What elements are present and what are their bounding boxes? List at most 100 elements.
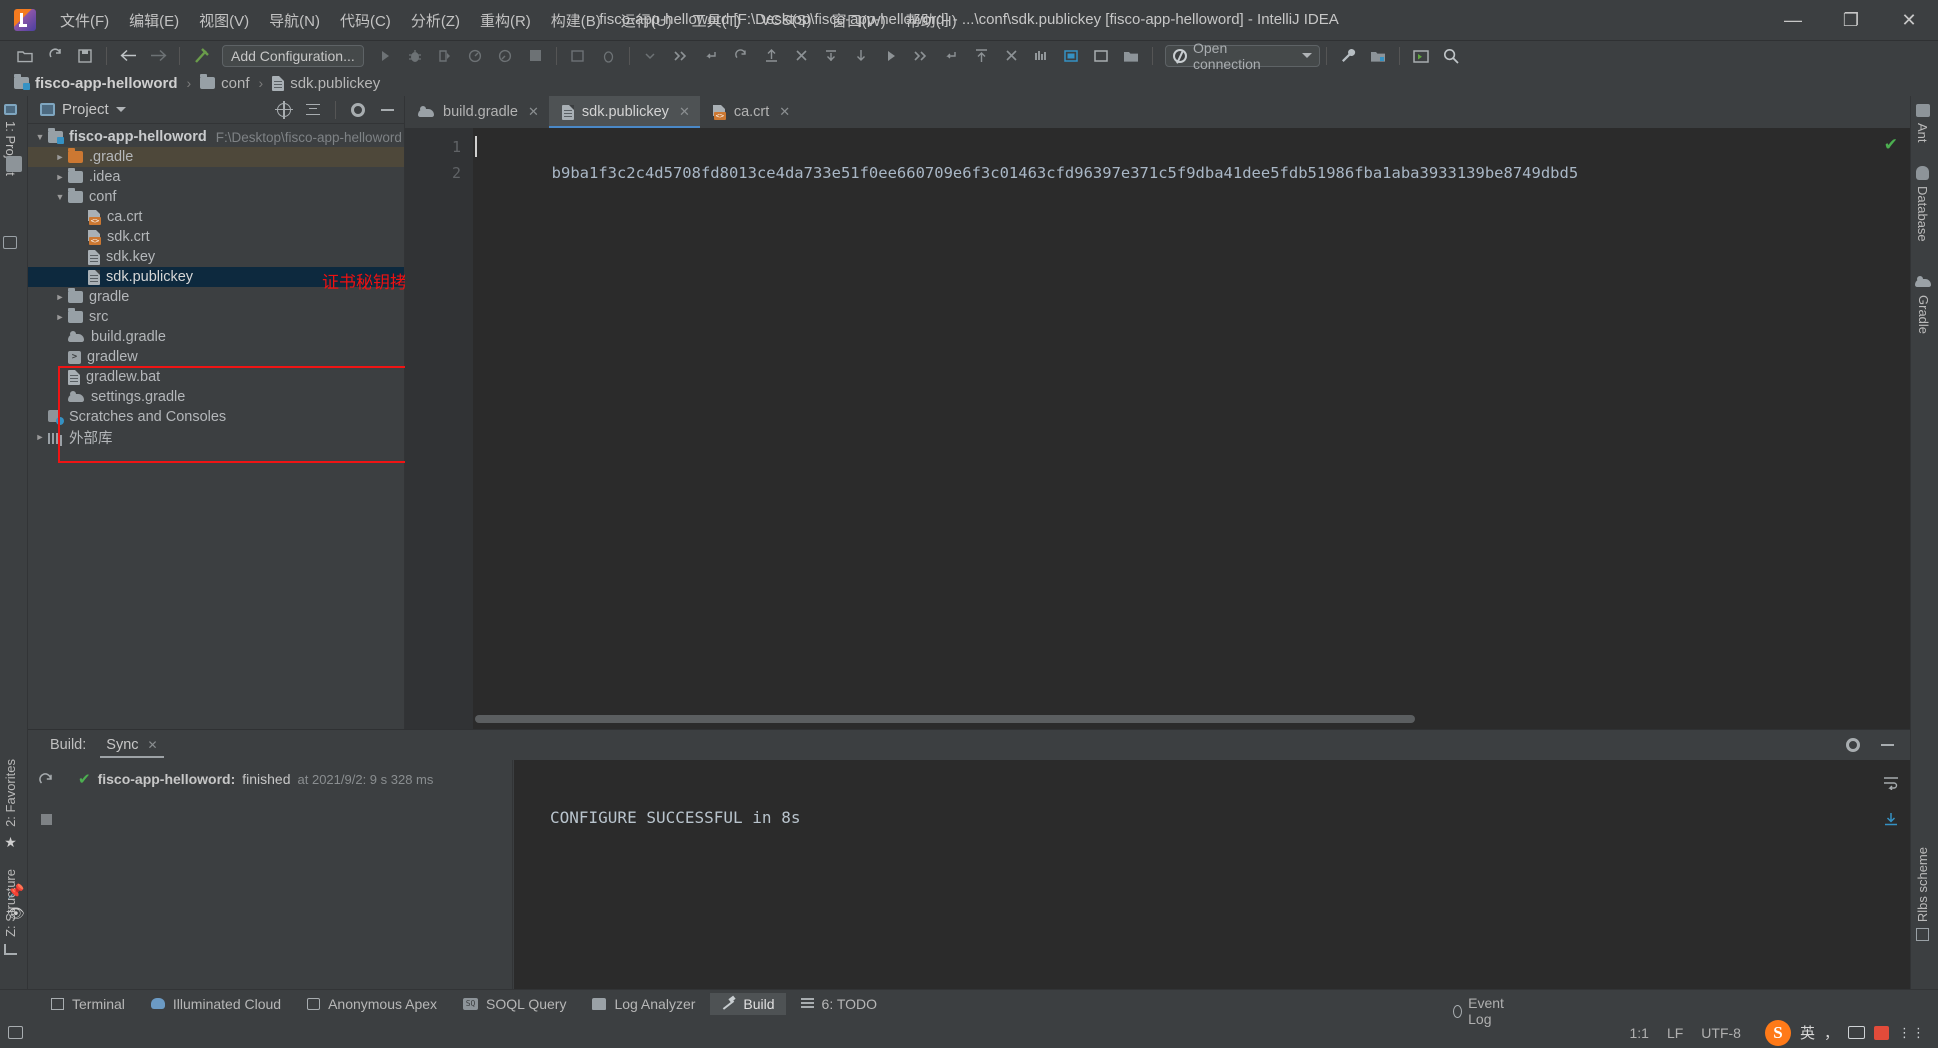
panel-settings-button[interactable] — [347, 99, 369, 121]
resume-icon[interactable] — [878, 44, 904, 68]
preview-icon[interactable] — [1408, 44, 1434, 68]
event-log-button[interactable]: Event Log — [1453, 995, 1508, 1027]
toolbox-icon[interactable] — [1874, 1025, 1889, 1040]
ime-menu-icon[interactable]: ⋮⋮ — [1898, 1025, 1926, 1041]
update-project-icon[interactable] — [968, 44, 994, 68]
stop-icon[interactable] — [522, 44, 548, 68]
mute-breakpoints-icon[interactable] — [788, 44, 814, 68]
eye-icon[interactable]: 👁 — [7, 905, 25, 921]
build-hammer-icon[interactable] — [188, 44, 214, 68]
run-icon[interactable] — [372, 44, 398, 68]
ime-punctuation-icon[interactable]: ， — [1824, 1022, 1839, 1043]
back-arrow-icon[interactable] — [115, 44, 141, 68]
close-icon[interactable]: ✕ — [679, 104, 690, 120]
ime-status-widget[interactable]: 英 ， ⋮⋮ — [1758, 1019, 1926, 1046]
sync-icon[interactable] — [42, 44, 68, 68]
editor-hscrollbar-thumb[interactable] — [475, 715, 1415, 723]
step-over-icon[interactable] — [638, 44, 664, 68]
menu-item-3[interactable]: 导航(N) — [259, 6, 330, 35]
layout-toggle-button[interactable] — [0, 1026, 30, 1039]
bottom-tool-build[interactable]: Build — [710, 992, 786, 1015]
debug-icon[interactable] — [402, 44, 428, 68]
inspection-status-icon[interactable]: ✔ — [1884, 135, 1898, 155]
tree-node-gradlew[interactable]: •>gradlew — [28, 347, 404, 367]
build-settings-button[interactable] — [1842, 734, 1864, 756]
rerun-icon[interactable] — [35, 770, 57, 792]
bottom-tool-log-analyzer[interactable]: Log Analyzer — [581, 993, 706, 1015]
menu-item-0[interactable]: 文件(F) — [50, 6, 119, 35]
tree-node-conf[interactable]: ▼ conf — [28, 187, 404, 207]
caret-position[interactable]: 1:1 — [1629, 1025, 1648, 1041]
add-configuration-button[interactable]: Add Configuration... — [222, 44, 364, 67]
build-hide-button[interactable] — [1876, 734, 1898, 756]
rerun-icon[interactable] — [728, 44, 754, 68]
search-icon[interactable] — [1438, 44, 1464, 68]
editor-tab-ca-crt[interactable]: <> ca.crt ✕ — [699, 96, 801, 128]
chevron-right-icon[interactable]: ► — [52, 172, 68, 182]
project-folder-icon[interactable] — [1365, 44, 1391, 68]
forward-arrow-icon[interactable] — [145, 44, 171, 68]
profile-icon[interactable] — [462, 44, 488, 68]
pin-icon[interactable]: 📌 — [7, 883, 24, 899]
scroll-from-source-button[interactable] — [273, 99, 295, 121]
debug-tools-icon[interactable] — [595, 44, 621, 68]
project-tree[interactable]: ▼ fisco-app-helloword F:\Desktop\fisco-app… — [28, 124, 404, 729]
save-all-icon[interactable] — [72, 44, 98, 68]
close-x-icon[interactable] — [998, 44, 1024, 68]
tree-node-ca-crt[interactable]: •<>ca.crt — [28, 207, 404, 227]
rail-item-structure[interactable]: Z: Structure — [3, 869, 18, 937]
tree-node--idea[interactable]: ► .idea — [28, 167, 404, 187]
tree-node-settings-gradle[interactable]: •settings.gradle — [28, 387, 404, 407]
ime-mode-label[interactable]: 英 — [1800, 1022, 1815, 1043]
chevron-down-icon[interactable]: ▼ — [52, 192, 68, 202]
tree-node-sdk-key[interactable]: •sdk.key — [28, 247, 404, 267]
build-tab-sync[interactable]: Sync ✕ — [100, 733, 164, 758]
editor-hscrollbar-track[interactable] — [473, 715, 1902, 723]
maximize-button[interactable]: ❐ — [1822, 0, 1880, 40]
preview-window-icon[interactable] — [1088, 44, 1114, 68]
keyboard-icon[interactable] — [1848, 1026, 1865, 1039]
breadcrumb-item-conf[interactable]: conf — [196, 74, 253, 93]
run-coverage-icon[interactable] — [432, 44, 458, 68]
build-result-tree[interactable]: ✔ fisco-app-helloword: finished at 2021/… — [64, 760, 513, 989]
frames-icon[interactable] — [1028, 44, 1054, 68]
rail-item-ant[interactable]: Ant — [1915, 123, 1930, 143]
open-folder-icon[interactable] — [12, 44, 38, 68]
chevron-right-icon[interactable]: ► — [52, 152, 68, 162]
close-icon[interactable]: ✕ — [528, 104, 539, 120]
bottom-tool-soql-query[interactable]: SQ SOQL Query — [452, 993, 577, 1015]
tree-node-gradlew-bat[interactable]: •gradlew.bat — [28, 367, 404, 387]
step-back-icon[interactable] — [938, 44, 964, 68]
project-structure-icon[interactable] — [1118, 44, 1144, 68]
collapse-all-button[interactable] — [302, 99, 324, 121]
profile-alt-icon[interactable] — [492, 44, 518, 68]
rail-item-rlbs[interactable]: Rlbs scheme — [1915, 847, 1930, 922]
step-out-icon[interactable] — [758, 44, 784, 68]
close-icon[interactable]: ✕ — [779, 104, 790, 120]
tree-node-scratches-and-consoles[interactable]: •Scratches and Consoles — [28, 407, 404, 427]
tree-node-fisco-app-helloword[interactable]: ▼ fisco-app-helloword F:\Desktop\fisco-app… — [28, 127, 404, 147]
tree-node-src[interactable]: ► src — [28, 307, 404, 327]
build-console-output[interactable]: CONFIGURE SUCCESSFUL in 8s — [514, 760, 1910, 989]
breadcrumb-item-file[interactable]: sdk.publickey — [268, 74, 384, 93]
editor-tab-build-gradle[interactable]: build.gradle ✕ — [405, 96, 549, 128]
rail-item-database[interactable]: Database — [1915, 186, 1930, 242]
soft-wrap-icon[interactable] — [1880, 772, 1902, 794]
bottom-tool-6-todo[interactable]: 6: TODO — [790, 993, 889, 1015]
commit-tool-icon[interactable] — [6, 156, 22, 172]
resume-all-icon[interactable] — [908, 44, 934, 68]
scroll-to-end-icon[interactable] — [1880, 808, 1902, 830]
chevron-right-icon[interactable]: ► — [52, 292, 68, 302]
step-into-icon[interactable] — [698, 44, 724, 68]
editor-code-area[interactable]: b9ba1f3c2c4d5708fd8013ce4da733e51f0ee660… — [473, 128, 1910, 729]
menu-item-4[interactable]: 代码(C) — [330, 6, 401, 35]
tree-node-build-gradle[interactable]: •build.gradle — [28, 327, 404, 347]
settings-wrench-icon[interactable] — [1335, 44, 1361, 68]
editor-tab-sdk-publickey[interactable]: sdk.publickey ✕ — [548, 96, 700, 128]
rail-item-favorites[interactable]: 2: Favorites — [3, 759, 18, 827]
minimize-button[interactable]: — — [1764, 0, 1822, 40]
menu-item-1[interactable]: 编辑(E) — [119, 6, 189, 35]
settings-sync-icon[interactable] — [1058, 44, 1084, 68]
build-tree-row[interactable]: ✔ fisco-app-helloword: finished at 2021/… — [64, 770, 512, 788]
menu-item-5[interactable]: 分析(Z) — [401, 6, 470, 35]
